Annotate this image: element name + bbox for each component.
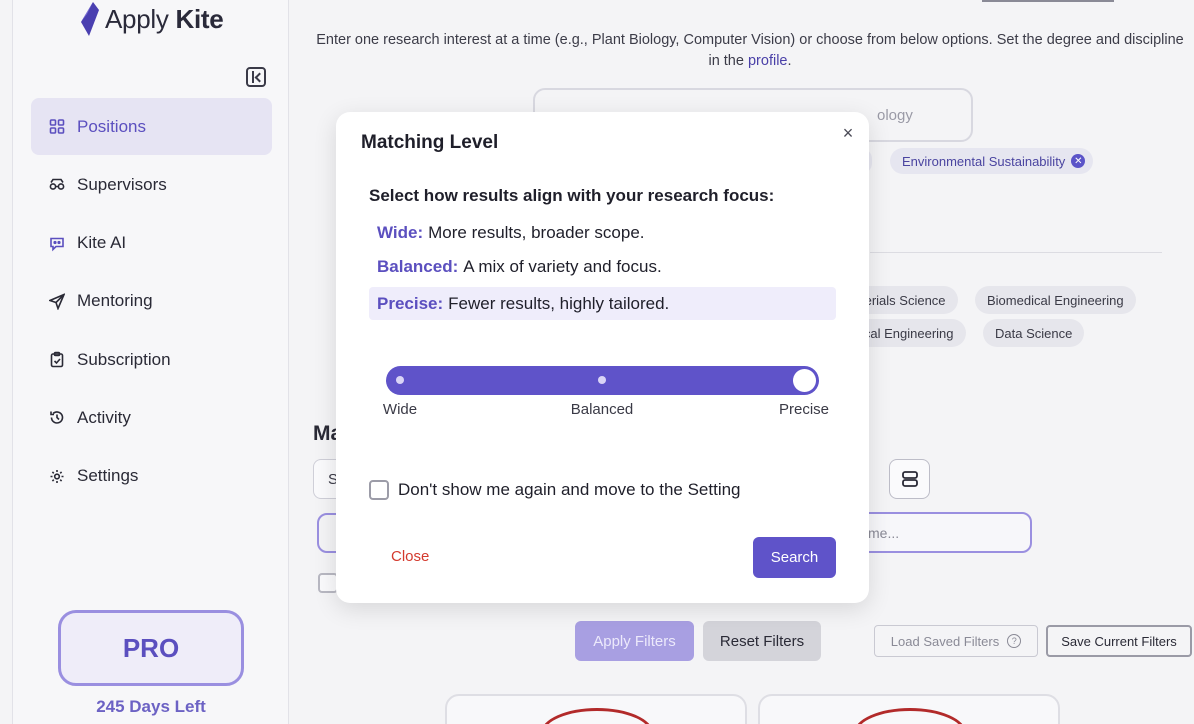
slider-label-wide: Wide — [382, 401, 418, 418]
modal-title: Matching Level — [361, 132, 499, 153]
dont-show-checkbox[interactable] — [369, 480, 389, 500]
option-precise[interactable]: Precise: Fewer results, highly tailored. — [369, 287, 836, 320]
modal-subtitle: Select how results align with your resea… — [369, 186, 775, 205]
slider-stop-wide[interactable] — [396, 376, 404, 384]
matching-level-modal: Matching Level × Select how results alig… — [336, 112, 869, 603]
slider-stop-balanced[interactable] — [598, 376, 606, 384]
option-balanced[interactable]: Balanced: A mix of variety and focus. — [369, 250, 836, 283]
option-wide[interactable]: Wide: More results, broader scope. — [369, 216, 836, 249]
dont-show-again[interactable]: Don't show me again and move to the Sett… — [369, 480, 741, 500]
close-icon[interactable]: × — [839, 124, 857, 142]
search-button[interactable]: Search — [753, 537, 836, 578]
close-button[interactable]: Close — [391, 548, 429, 565]
slider-label-precise: Precise — [778, 401, 830, 418]
slider-label-balanced: Balanced — [570, 401, 634, 418]
matching-level-slider[interactable] — [386, 366, 819, 395]
slider-thumb[interactable] — [793, 369, 816, 392]
